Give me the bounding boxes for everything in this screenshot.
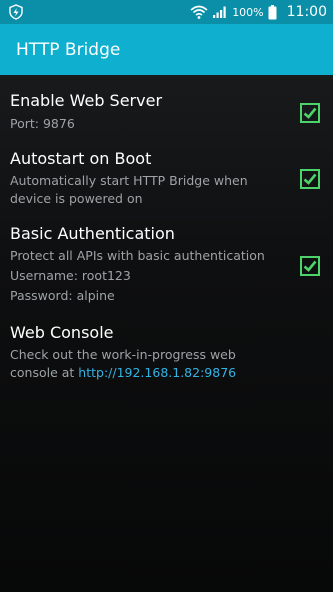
checkbox-enable-web-server[interactable]	[300, 103, 320, 123]
app-title: HTTP Bridge	[16, 39, 121, 60]
pref-summary: Port: 9876	[10, 116, 75, 131]
pref-basic-authentication[interactable]: Basic Authentication Protect all APIs wi…	[0, 224, 333, 305]
action-bar: HTTP Bridge	[0, 24, 333, 75]
pref-title: Web Console	[10, 323, 114, 342]
pref-summary: Automatically start HTTP Bridge when dev…	[10, 173, 248, 206]
pref-title: Enable Web Server	[10, 91, 163, 110]
battery-percentage: 100%	[232, 5, 264, 19]
wifi-icon	[190, 5, 208, 19]
web-console-link[interactable]: http://192.168.1.82:9876	[78, 365, 236, 380]
pref-autostart-on-boot[interactable]: Autostart on Boot Automatically start HT…	[0, 149, 333, 208]
checkbox-basic-authentication[interactable]	[300, 256, 320, 276]
checkbox-autostart-on-boot[interactable]	[300, 169, 320, 189]
pref-enable-web-server[interactable]: Enable Web Server Port: 9876	[0, 91, 333, 133]
status-bar: 100% 11:00	[0, 0, 333, 24]
pref-password: Password: alpine	[10, 288, 115, 303]
pref-title: Autostart on Boot	[10, 149, 152, 168]
pref-username: Username: root123	[10, 268, 131, 283]
pref-summary: Check out the work-in-progress web conso…	[10, 346, 281, 382]
battery-icon	[268, 4, 277, 20]
signal-icon	[212, 5, 228, 19]
pref-web-console[interactable]: Web Console Check out the work-in-progre…	[0, 323, 333, 382]
app-notification-icon	[8, 4, 24, 20]
pref-title: Basic Authentication	[10, 224, 175, 243]
pref-summary: Protect all APIs with basic authenticati…	[10, 248, 265, 263]
status-clock: 11:00	[286, 4, 327, 20]
